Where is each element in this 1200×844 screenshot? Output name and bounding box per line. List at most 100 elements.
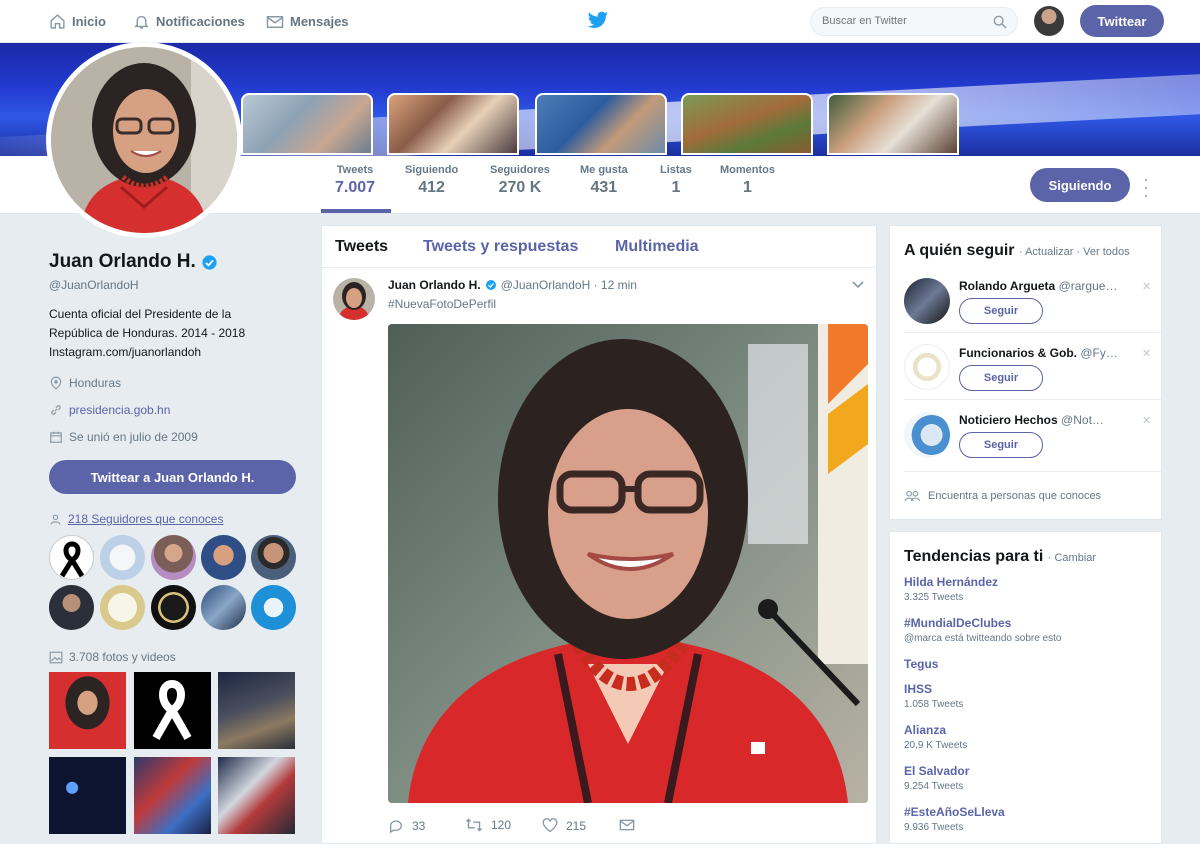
follower-avatar[interactable]: [151, 585, 196, 630]
follow-button[interactable]: Seguir: [959, 432, 1043, 458]
profile-avatar[interactable]: [46, 42, 242, 238]
nav-home[interactable]: Inicio: [49, 0, 106, 43]
trend-item[interactable]: #EsteAñoSeLleva 9.936 Tweets: [904, 805, 1005, 833]
trend-item[interactable]: El Salvador 9.254 Tweets: [904, 764, 969, 792]
suggested-account-name[interactable]: Rolando Argueta @rargue…: [959, 279, 1129, 293]
nav-messages[interactable]: Mensajes: [266, 0, 349, 43]
tweet-author-avatar[interactable]: [333, 278, 375, 320]
trend-count: 9.936 Tweets: [904, 822, 964, 833]
trend-topic[interactable]: Alianza: [904, 723, 967, 737]
following-button[interactable]: Siguiendo: [1030, 168, 1130, 202]
media-thumbnail[interactable]: [134, 672, 211, 749]
trend-count: 9.254 Tweets: [904, 781, 964, 792]
media-thumbnail[interactable]: [218, 757, 295, 834]
find-people-link[interactable]: Encuentra a personas que conoces: [904, 490, 1101, 502]
media-thumbnail[interactable]: [134, 757, 211, 834]
trend-item[interactable]: Alianza 20,9 K Tweets: [904, 723, 967, 751]
stat-moments[interactable]: Momentos 1: [720, 164, 775, 197]
trend-item[interactable]: #MundialDeClubes @marca está twitteando …: [904, 616, 1061, 644]
suggested-account-avatar[interactable]: [904, 344, 950, 390]
timeline: Tweets Tweets y respuestas Multimedia Ju…: [321, 225, 877, 844]
stat-following[interactable]: Siguiendo 412: [405, 164, 458, 197]
trend-topic[interactable]: El Salvador: [904, 764, 969, 778]
envelope-icon: [619, 819, 635, 831]
tab-tweets[interactable]: Tweets: [335, 238, 388, 256]
stat-lists[interactable]: Listas 1: [660, 164, 692, 197]
envelope-icon: [266, 15, 284, 28]
stat-likes[interactable]: Me gusta 431: [580, 164, 628, 197]
stat-followers[interactable]: Seguidores 270 K: [490, 164, 550, 197]
suggested-account-avatar[interactable]: [904, 278, 950, 324]
follower-avatar[interactable]: [251, 535, 296, 580]
trends-change-link[interactable]: · Cambiar: [1048, 552, 1096, 564]
tab-media[interactable]: Multimedia: [615, 238, 699, 256]
suggested-account-handle: @Not…: [1061, 413, 1104, 427]
profile-handle[interactable]: @JuanOrlandoH: [49, 278, 139, 292]
search-icon[interactable]: [992, 14, 1008, 30]
followers-you-know-link[interactable]: 218 Seguidores que conoces: [49, 512, 223, 526]
top-navigation-bar: Inicio Notificaciones Mensajes Twittear: [0, 0, 1200, 43]
chevron-down-icon[interactable]: [852, 281, 864, 289]
suggested-account-name[interactable]: Funcionarios & Gob. @Fy…: [959, 346, 1129, 360]
tweet-to-button[interactable]: Twittear a Juan Orlando H.: [49, 460, 296, 494]
follower-avatar[interactable]: [49, 535, 94, 580]
follower-avatar[interactable]: [100, 535, 145, 580]
trend-topic[interactable]: Tegus: [904, 657, 938, 671]
followers-you-know-text[interactable]: 218 Seguidores que conoces: [68, 512, 223, 526]
follower-avatar[interactable]: [201, 585, 246, 630]
banner-photo-5: [827, 93, 959, 155]
more-options-icon[interactable]: · · ·: [1143, 170, 1149, 204]
suggested-account-display-name: Rolando Argueta: [959, 279, 1056, 293]
direct-message-action[interactable]: [619, 818, 643, 832]
media-thumbnail[interactable]: [218, 672, 295, 749]
follow-button[interactable]: Seguir: [959, 298, 1043, 324]
trend-item[interactable]: Hilda Hernández 3.325 Tweets: [904, 575, 998, 603]
tweet-text[interactable]: #NuevaFotoDePerfil: [388, 297, 496, 311]
tab-tweets-replies[interactable]: Tweets y respuestas: [423, 238, 578, 256]
tweet-photo[interactable]: [388, 324, 868, 803]
follower-avatar[interactable]: [49, 585, 94, 630]
trend-item[interactable]: IHSS 1.058 Tweets: [904, 682, 963, 710]
trend-topic[interactable]: Hilda Hernández: [904, 575, 998, 589]
stat-value: 7.007: [335, 179, 376, 196]
follower-avatar[interactable]: [100, 585, 145, 630]
divider: [904, 471, 1162, 472]
tweet-button[interactable]: Twittear: [1080, 5, 1164, 37]
dismiss-icon[interactable]: ✕: [1142, 280, 1151, 293]
tweet-author-name[interactable]: Juan Orlando H.: [388, 278, 481, 292]
heart-icon: [542, 818, 558, 833]
dismiss-icon[interactable]: ✕: [1142, 347, 1151, 360]
profile-website[interactable]: presidencia.gob.hn: [49, 403, 170, 417]
tweet-author[interactable]: Juan Orlando H. @JuanOrlandoH · 12 min: [388, 278, 637, 292]
follower-avatar[interactable]: [201, 535, 246, 580]
photos-videos-text[interactable]: 3.708 fotos y videos: [69, 650, 176, 664]
trend-topic[interactable]: #EsteAñoSeLleva: [904, 805, 1005, 819]
follower-avatar[interactable]: [251, 585, 296, 630]
suggested-account-name[interactable]: Noticiero Hechos @Not…: [959, 413, 1129, 427]
divider: [904, 399, 1162, 400]
nav-notifications[interactable]: Notificaciones: [133, 0, 245, 43]
trend-item[interactable]: Tegus: [904, 657, 938, 671]
dismiss-icon[interactable]: ✕: [1142, 414, 1151, 427]
media-thumbnail[interactable]: [49, 672, 126, 749]
trend-topic[interactable]: #MundialDeClubes: [904, 616, 1061, 630]
who-to-follow-links[interactable]: · Actualizar · Ver todos: [1019, 246, 1130, 258]
follow-button[interactable]: Seguir: [959, 365, 1043, 391]
find-people-text[interactable]: Encuentra a personas que conoces: [928, 490, 1101, 502]
retweet-action[interactable]: 120: [465, 818, 511, 832]
suggested-account-avatar[interactable]: [904, 412, 950, 458]
trend-topic[interactable]: IHSS: [904, 682, 963, 696]
follower-avatar[interactable]: [151, 535, 196, 580]
like-action[interactable]: 215: [542, 818, 586, 833]
user-avatar[interactable]: [1034, 6, 1064, 36]
nav-notifications-label: Notificaciones: [156, 14, 245, 29]
website-text[interactable]: presidencia.gob.hn: [69, 403, 170, 417]
media-thumbnail[interactable]: [49, 757, 126, 834]
twitter-bird-icon[interactable]: [587, 11, 609, 30]
retweet-count: 120: [491, 818, 512, 832]
bio-line[interactable]: Instagram.com/juanorlandoh: [49, 343, 279, 362]
photos-videos-link[interactable]: 3.708 fotos y videos: [49, 650, 176, 664]
reply-action[interactable]: 33: [388, 818, 425, 834]
search-input[interactable]: [822, 15, 982, 27]
stat-tweets[interactable]: Tweets 7.007: [335, 164, 375, 197]
